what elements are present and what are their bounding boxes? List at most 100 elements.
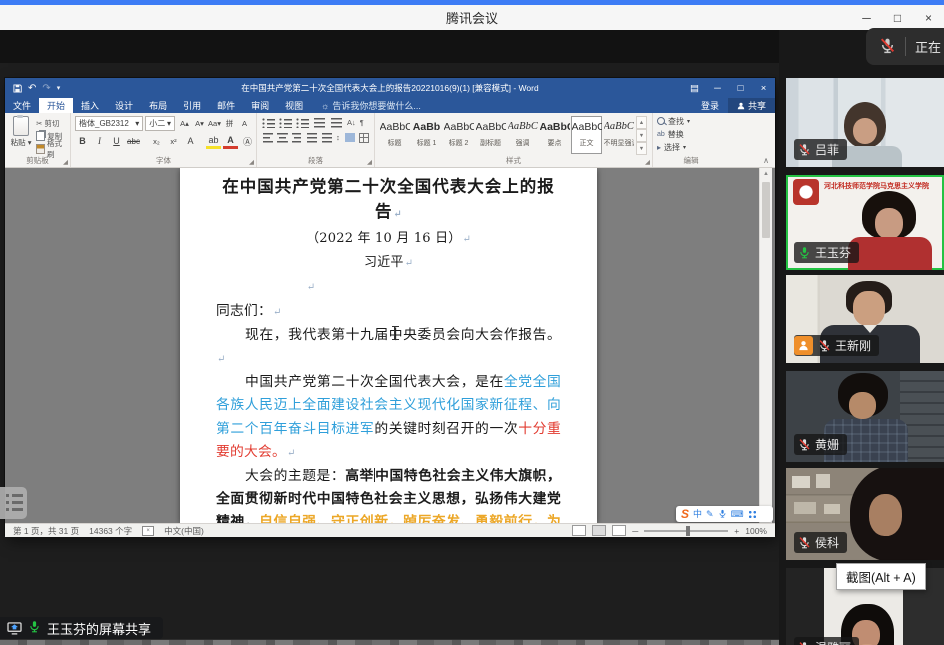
mic-status-overlay[interactable]: 正在 bbox=[866, 28, 944, 65]
word-tab-5[interactable]: 布局 bbox=[141, 98, 175, 113]
align-right-icon[interactable] bbox=[292, 132, 303, 143]
share-button[interactable]: 共享 bbox=[728, 98, 775, 113]
chinese-mode-icon[interactable]: 中 bbox=[693, 509, 702, 519]
participant-tile-黄姗[interactable]: 黄姗 bbox=[786, 371, 944, 462]
outdent-icon[interactable] bbox=[313, 117, 326, 128]
maximize-button[interactable]: □ bbox=[882, 5, 913, 30]
word-tab-1[interactable]: 文件 bbox=[5, 98, 39, 113]
paragraph-dialog-launcher[interactable]: ◢ bbox=[367, 158, 372, 166]
scroll-up-icon[interactable]: ▲ bbox=[760, 168, 772, 180]
style-item-副标题[interactable]: AaBbC副标题 bbox=[475, 116, 506, 154]
scrollbar-thumb[interactable] bbox=[762, 182, 770, 238]
participant-tile-王新刚[interactable]: 王新刚 bbox=[786, 275, 944, 363]
ribbon-display-options-icon[interactable]: ▤ bbox=[683, 83, 706, 94]
shading-icon[interactable] bbox=[344, 132, 355, 143]
cut-button[interactable]: ✂剪切 bbox=[36, 117, 66, 129]
page-indicator[interactable]: 第 1 页，共 31 页 bbox=[13, 525, 79, 537]
save-icon[interactable] bbox=[13, 84, 22, 93]
enclose-character-button[interactable]: Ⓐ bbox=[240, 135, 255, 148]
participant-tile-吕菲[interactable]: 吕菲 bbox=[786, 78, 944, 167]
italic-button[interactable]: I bbox=[92, 135, 107, 148]
justify-icon[interactable] bbox=[306, 132, 317, 143]
read-mode-icon[interactable] bbox=[572, 525, 586, 536]
qat-customize-icon[interactable]: ▾ bbox=[57, 84, 61, 92]
grow-font-button[interactable]: A▴ bbox=[177, 117, 192, 130]
keyboard-icon[interactable]: ⌨ bbox=[731, 509, 744, 519]
text-effects-button[interactable]: A bbox=[183, 135, 198, 148]
sort-icon[interactable]: A↓ bbox=[347, 117, 356, 128]
pilcrow-icon[interactable]: ¶ bbox=[360, 117, 364, 128]
style-gallery-scroll[interactable]: ▲▼▼ bbox=[636, 116, 647, 155]
font-dialog-launcher[interactable]: ◢ bbox=[249, 158, 254, 166]
bullets-icon[interactable] bbox=[262, 117, 275, 128]
superscript-button[interactable]: x² bbox=[166, 135, 181, 148]
subscript-button[interactable]: x₂ bbox=[149, 135, 164, 148]
participant-tile-王玉芬[interactable]: 河北科技师范学院马克思主义学院王玉芬 bbox=[786, 175, 944, 270]
style-item-标题[interactable]: AaBbC标题 bbox=[379, 116, 410, 154]
style-item-强调[interactable]: AaBbC强调 bbox=[507, 116, 538, 154]
minimize-button[interactable]: ─ bbox=[851, 5, 882, 30]
undo-icon[interactable]: ↶ bbox=[28, 83, 36, 94]
underline-button[interactable]: U bbox=[109, 135, 124, 148]
word-tab-8[interactable]: 审阅 bbox=[243, 98, 277, 113]
proofing-status-icon[interactable]: × bbox=[142, 526, 154, 536]
strikethrough-button[interactable]: abc bbox=[126, 135, 141, 148]
close-button[interactable]: × bbox=[913, 5, 944, 30]
zoom-out-icon[interactable]: ─ bbox=[632, 526, 638, 536]
zoom-slider[interactable] bbox=[644, 530, 728, 532]
zoom-slider-thumb[interactable] bbox=[686, 526, 690, 536]
font-name-select[interactable]: 楷体_GB2312▾ bbox=[75, 116, 143, 131]
font-size-select[interactable]: 小二▾ bbox=[145, 116, 175, 131]
format-painter-button[interactable]: 格式刷 bbox=[36, 143, 66, 155]
meeting-panel-handle[interactable] bbox=[0, 487, 27, 519]
word-restore-button[interactable]: □ bbox=[729, 83, 752, 94]
multilevel-icon[interactable] bbox=[296, 117, 309, 128]
zoom-level[interactable]: 100% bbox=[745, 526, 767, 536]
mic-icon[interactable] bbox=[718, 509, 727, 520]
change-case-button[interactable]: Aa▾ bbox=[207, 117, 222, 130]
word-tab-4[interactable]: 设计 bbox=[107, 98, 141, 113]
font-color-button[interactable]: A bbox=[223, 133, 238, 149]
style-item-标题 1[interactable]: AaBb标题 1 bbox=[411, 116, 442, 154]
style-item-标题 2[interactable]: AaBbC标题 2 bbox=[443, 116, 474, 154]
document-page[interactable]: 在中国共产党第二十次全国代表大会上的报告↵（2022 年 10 月 16 日）↵… bbox=[180, 168, 597, 523]
vertical-scrollbar[interactable]: ▲ bbox=[759, 168, 772, 523]
select-button[interactable]: ▸选择▾ bbox=[657, 141, 725, 153]
word-minimize-button[interactable]: ─ bbox=[706, 83, 729, 94]
word-tab-6[interactable]: 引用 bbox=[175, 98, 209, 113]
line-spacing-icon[interactable]: ↕ bbox=[336, 132, 340, 143]
phonetic-guide-button[interactable]: 拼 bbox=[222, 117, 237, 130]
word-tab-3[interactable]: 插入 bbox=[73, 98, 107, 113]
zoom-in-icon[interactable]: + bbox=[734, 526, 739, 536]
pen-icon[interactable]: ✎ bbox=[706, 509, 714, 519]
shrink-font-button[interactable]: A▾ bbox=[192, 117, 207, 130]
numbering-icon[interactable] bbox=[279, 117, 292, 128]
style-item-不明显强调[interactable]: AaBbC不明显强调 bbox=[603, 116, 634, 154]
collapse-ribbon-icon[interactable]: ∧ bbox=[763, 156, 769, 165]
participant-tile-侯科[interactable]: 侯科 bbox=[786, 468, 944, 560]
character-border-button[interactable]: A bbox=[237, 117, 252, 130]
word-tab-7[interactable]: 邮件 bbox=[209, 98, 243, 113]
align-center-icon[interactable] bbox=[277, 132, 288, 143]
clipboard-dialog-launcher[interactable]: ◢ bbox=[63, 158, 68, 166]
grid-menu-icon[interactable] bbox=[748, 510, 757, 519]
indent-icon[interactable] bbox=[330, 117, 343, 128]
word-count[interactable]: 14363 个字 bbox=[89, 525, 132, 537]
text-highlight-button[interactable]: ab bbox=[206, 133, 221, 149]
language-indicator[interactable]: 中文(中国) bbox=[164, 525, 204, 537]
style-item-要点[interactable]: AaBbC要点 bbox=[539, 116, 570, 154]
print-layout-icon[interactable] bbox=[592, 525, 606, 536]
web-layout-icon[interactable] bbox=[612, 525, 626, 536]
distribute-icon[interactable] bbox=[321, 132, 332, 143]
sogou-input-toolbar[interactable]: S 中 ✎ ⌨ bbox=[676, 506, 773, 522]
borders-icon[interactable] bbox=[359, 133, 369, 143]
word-close-button[interactable]: × bbox=[752, 83, 775, 94]
paste-button[interactable]: 粘贴 ▾ bbox=[9, 116, 33, 155]
bold-button[interactable]: B bbox=[75, 135, 90, 148]
word-tab-9[interactable]: 视图 bbox=[277, 98, 311, 113]
style-item-正文[interactable]: AaBbCc正文 bbox=[571, 116, 602, 154]
styles-dialog-launcher[interactable]: ◢ bbox=[645, 158, 650, 166]
redo-icon[interactable]: ↷ bbox=[42, 83, 50, 94]
tell-me-box[interactable]: ☼ 告诉我你想要做什么... bbox=[321, 98, 421, 113]
word-tab-2[interactable]: 开始 bbox=[39, 98, 73, 113]
